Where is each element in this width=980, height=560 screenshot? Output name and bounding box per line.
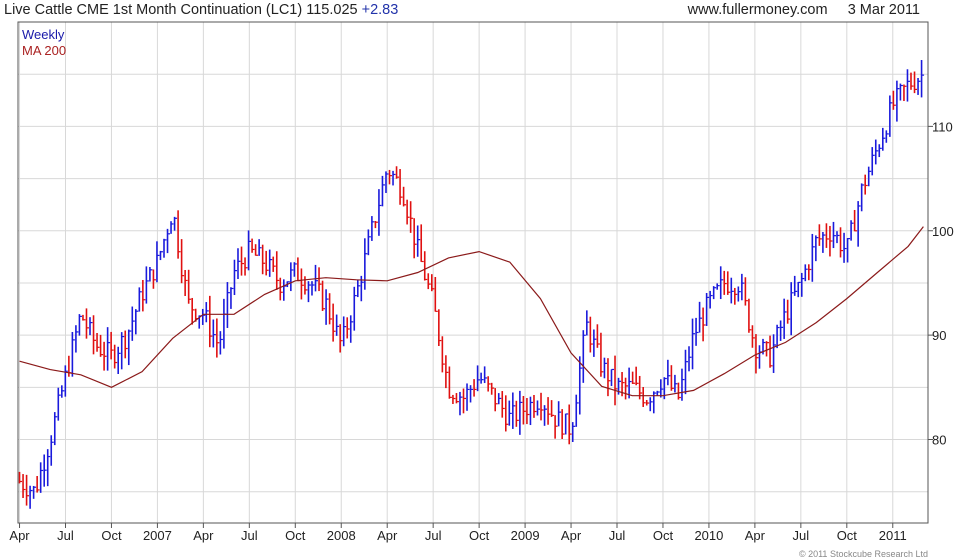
x-tick-label: Jul (793, 528, 810, 543)
x-tick-label: Apr (9, 528, 30, 543)
x-tick-label: 2011 (879, 528, 907, 543)
x-tick-label: 2007 (143, 528, 172, 543)
y-tick-label: 100 (932, 224, 954, 239)
x-tick-label: Jul (609, 528, 626, 543)
y-tick-label: 90 (932, 328, 946, 343)
x-tick-label: Jul (425, 528, 442, 543)
x-tick-label: Apr (561, 528, 582, 543)
x-tick-label: Jul (241, 528, 258, 543)
x-tick-label: Oct (837, 528, 858, 543)
x-tick-label: 2010 (694, 528, 723, 543)
y-tick-label: 80 (932, 433, 946, 448)
legend-ma200: MA 200 (22, 43, 67, 58)
plot-area (18, 22, 928, 523)
price-chart: Apr Jul Oct 2007 Apr Jul Oct 2008 Apr Jul Oct 2009 A… (9, 21, 954, 543)
x-tick-label: 2009 (511, 528, 540, 543)
x-tick-label: Oct (653, 528, 674, 543)
x-tick-label: Oct (101, 528, 122, 543)
x-tick-label: Apr (745, 528, 766, 543)
x-tick-label: Jul (57, 528, 74, 543)
legend-weekly: Weekly (22, 27, 65, 42)
x-tick-label: Oct (469, 528, 490, 543)
y-tick-label: 110 (932, 119, 953, 134)
x-tick-label: 2008 (327, 528, 356, 543)
x-tick-label: Apr (193, 528, 214, 543)
x-tick-label: Apr (377, 528, 398, 543)
x-tick-label: Oct (285, 528, 306, 543)
copyright-text: © 2011 Stockcube Research Ltd (798, 549, 928, 559)
